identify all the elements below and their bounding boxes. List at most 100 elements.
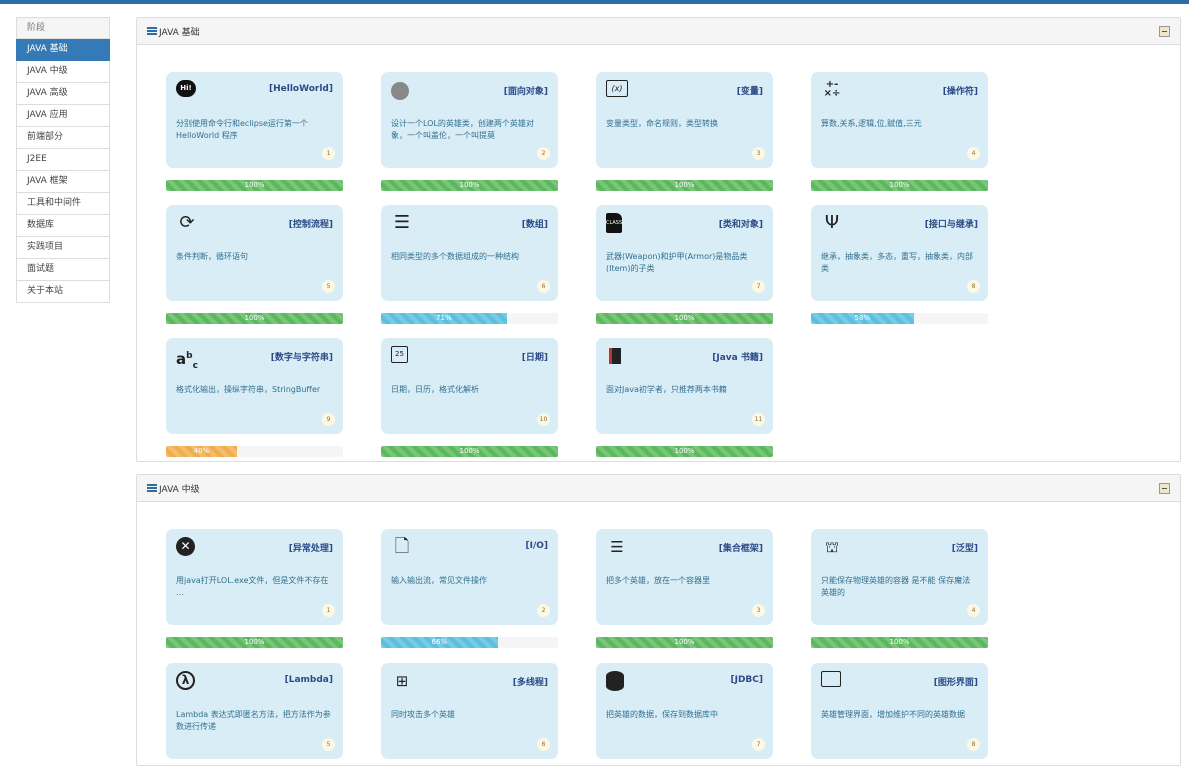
card-title[interactable]: [控制流程]	[289, 217, 333, 230]
card-number-badge: 5	[322, 738, 335, 751]
sidebar-item-database[interactable]: 数据库	[16, 215, 110, 237]
card-title[interactable]: [HelloWorld]	[269, 84, 333, 94]
sidebar-item-j2ee[interactable]: J2EE	[16, 149, 110, 171]
course-card[interactable]: 25 [日期] 日期，日历，格式化解析 10	[381, 338, 558, 434]
card-title[interactable]: [变量]	[737, 84, 763, 97]
card-title[interactable]: [接口与继承]	[925, 217, 978, 230]
card-title[interactable]: [集合框架]	[719, 541, 763, 554]
progress-bar: 66%	[381, 637, 498, 648]
card-number-badge: 1	[322, 604, 335, 617]
card-number-badge: 2	[537, 147, 550, 160]
course-card[interactable]: CLASS [类和对象] 武器(Weapon)和护甲(Armor)是物品类(Item…	[596, 205, 773, 301]
course-card[interactable]: ✕ [异常处理] 用java打开LOL.exe文件，但是文件不存在 ... 1	[166, 529, 343, 625]
window-layout-icon	[821, 671, 841, 687]
progress-track: 100%	[596, 446, 773, 457]
course-card[interactable]: ⊞ [多线程] 同时攻击多个英雄 6	[381, 663, 558, 759]
card-title[interactable]: [日期]	[522, 350, 548, 363]
progress-track: 100%	[381, 180, 558, 191]
card-description: 用java打开LOL.exe文件，但是文件不存在 ...	[176, 576, 329, 597]
card-title[interactable]: [数字与字符串]	[271, 350, 333, 363]
course-card[interactable]: (x) [变量] 变量类型，命名规则，类型转换 3	[596, 72, 773, 168]
sidebar-item-java-basic[interactable]: JAVA 基础	[16, 39, 110, 61]
card-description: 继承，抽象类，多态，重写，抽象类，内部类	[821, 252, 973, 273]
calendar-icon: 25	[391, 346, 408, 363]
sidebar-item-java-application[interactable]: JAVA 应用	[16, 105, 110, 127]
list-icon	[147, 26, 157, 36]
progress-bar: 100%	[596, 313, 773, 324]
progress-bar: 100%	[166, 180, 343, 191]
card-title[interactable]: [多线程]	[513, 675, 548, 688]
progress-track: 100%	[596, 637, 773, 648]
card-title[interactable]: [面向对象]	[504, 84, 548, 97]
card-description: 条件判断，循环语句	[176, 252, 248, 261]
progress-bar: 100%	[166, 313, 343, 324]
progress-bar: 100%	[596, 446, 773, 457]
card-description: 武器(Weapon)和护甲(Armor)是物品类(Item)的子类	[606, 252, 748, 273]
card-title[interactable]: [类和对象]	[719, 217, 763, 230]
course-card[interactable]: +- ×÷ [操作符] 算数,关系,逻辑,位,赋值,三元 4	[811, 72, 988, 168]
list-icon: ☰	[393, 212, 411, 233]
course-card[interactable]: ⟳ [控制流程] 条件判断，循环语句 5	[166, 205, 343, 301]
cage-icon: ⛫	[825, 538, 839, 556]
card-title[interactable]: [泛型]	[952, 541, 978, 554]
card-title[interactable]: [异常处理]	[289, 541, 333, 554]
class-file-icon: CLASS	[606, 213, 622, 233]
progress-track: 100%	[381, 446, 558, 457]
card-description: 英雄管理界面，增加维护不同的英雄数据	[821, 710, 965, 719]
sidebar-item-java-advanced[interactable]: JAVA 高级	[16, 83, 110, 105]
sidebar-item-tools[interactable]: 工具和中间件	[16, 193, 110, 215]
card-title[interactable]: [数组]	[522, 217, 548, 230]
progress-bar: 58%	[811, 313, 914, 324]
card-title[interactable]: [操作符]	[943, 84, 978, 97]
card-number-badge: 2	[537, 604, 550, 617]
course-card[interactable]: [图形界面] 英雄管理界面，增加维护不同的英雄数据 8	[811, 663, 988, 759]
card-description: 设计一个LOL的英雄类，创建两个英雄对象，一个叫盖伦，一个叫提莫	[391, 119, 534, 140]
card-title[interactable]: [I/O]	[525, 541, 548, 551]
numbered-list-icon: ☰	[610, 538, 624, 556]
course-card[interactable]: λ [Lambda] Lambda 表达式即匿名方法，把方法作为参数进行传递 5	[166, 663, 343, 759]
panel-title: JAVA 基础	[159, 27, 200, 38]
progress-track: 71%	[381, 313, 558, 324]
course-card[interactable]: Ψ [接口与继承] 继承，抽象类，多态，重写，抽象类，内部类 8	[811, 205, 988, 301]
card-title[interactable]: [图形界面]	[934, 675, 978, 688]
sidebar-item-java-framework[interactable]: JAVA 框架	[16, 171, 110, 193]
progress-bar: 100%	[596, 180, 773, 191]
card-description: Lambda 表达式即匿名方法，把方法作为参数进行传递	[176, 710, 331, 731]
error-x-icon: ✕	[176, 537, 195, 556]
progress-bar: 71%	[381, 313, 507, 324]
sidebar-item-projects[interactable]: 实践项目	[16, 237, 110, 259]
course-card[interactable]: Hi! [HelloWorld] 分别使用命令行和eclipse运行第一个 Hell…	[166, 72, 343, 168]
course-card[interactable]: [Java 书籍] 面对Java初学者，只推荐两本书籍 11	[596, 338, 773, 434]
course-card[interactable]: [JDBC] 把英雄的数据，保存到数据库中 7	[596, 663, 773, 759]
course-card[interactable]: ☰ [集合框架] 把多个英雄，放在一个容器里 3	[596, 529, 773, 625]
card-number-badge: 8	[967, 738, 980, 751]
course-card[interactable]: [面向对象] 设计一个LOL的英雄类，创建两个英雄对象，一个叫盖伦，一个叫提莫 2	[381, 72, 558, 168]
card-description: 面对Java初学者，只推荐两本书籍	[606, 385, 727, 394]
sidebar-item-interview[interactable]: 面试题	[16, 259, 110, 281]
card-title[interactable]: [Java 书籍]	[712, 350, 763, 363]
course-card[interactable]: ⛫ [泛型] 只能保存物理英雄的容器 是不能 保存魔法英雄的 4	[811, 529, 988, 625]
card-title[interactable]: [JDBC]	[730, 675, 763, 685]
usb-icon: Ψ	[824, 212, 840, 233]
course-card[interactable]: ☰ [数组] 相同类型的多个数据组成的一种结构 6	[381, 205, 558, 301]
course-card[interactable]: 🗋 [I/O] 输入输出流，常见文件操作 2	[381, 529, 558, 625]
progress-bar: 100%	[166, 637, 343, 648]
card-description: 输入输出流，常见文件操作	[391, 576, 487, 585]
card-number-badge: 11	[752, 413, 765, 426]
collapse-icon[interactable]	[1159, 26, 1170, 37]
sidebar-item-about[interactable]: 关于本站	[16, 281, 110, 303]
panel-java-basic: JAVA 基础 Hi! [HelloWorld] 分别使用命令行和eclipse运行…	[136, 17, 1181, 462]
progress-track: 40%	[166, 446, 343, 457]
panel-heading: JAVA 基础	[137, 18, 1180, 45]
collapse-icon[interactable]	[1159, 483, 1170, 494]
progress-track: 100%	[166, 637, 343, 648]
card-description: 只能保存物理英雄的容器 是不能 保存魔法英雄的	[821, 576, 971, 597]
sidebar-item-frontend[interactable]: 前端部分	[16, 127, 110, 149]
sidebar-item-java-intermediate[interactable]: JAVA 中级	[16, 61, 110, 83]
course-card[interactable]: abc [数字与字符串] 格式化输出，操纵字符串，StringBuffer 9	[166, 338, 343, 434]
card-description: 分别使用命令行和eclipse运行第一个 HelloWorld 程序	[176, 119, 308, 140]
card-title[interactable]: [Lambda]	[285, 675, 333, 685]
card-description: 相同类型的多个数据组成的一种结构	[391, 252, 519, 261]
operators-icon: +- ×÷	[823, 79, 841, 99]
card-number-badge: 4	[967, 604, 980, 617]
